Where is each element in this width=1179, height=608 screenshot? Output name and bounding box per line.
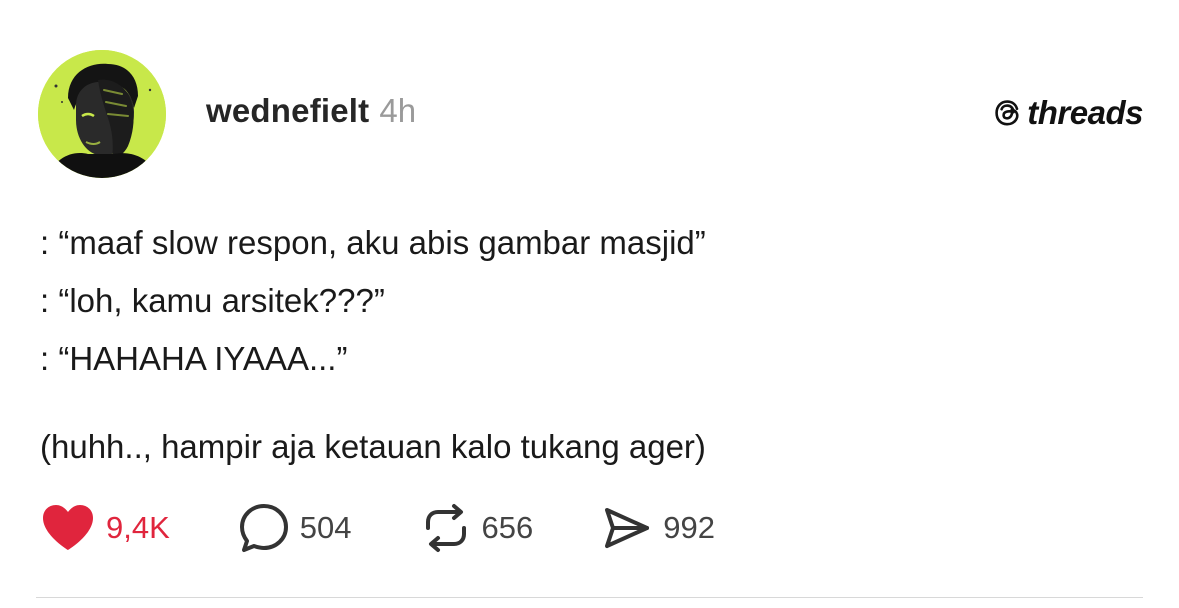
post-time: 4h xyxy=(379,92,417,129)
send-icon xyxy=(605,508,650,548)
threads-logo-icon xyxy=(995,100,1019,126)
post-header: wednefielt 4h xyxy=(206,92,416,136)
heart-icon xyxy=(43,505,93,550)
post-body: : “maaf slow respon, aku abis gambar mas… xyxy=(40,214,1140,476)
divider xyxy=(36,597,1143,598)
profile-photo xyxy=(38,50,166,178)
threads-post: wednefielt 4h threads : “maaf slow respo… xyxy=(0,0,1179,608)
comment-icon xyxy=(239,504,288,552)
share-count: 992 xyxy=(663,510,715,545)
threads-brand: threads xyxy=(992,94,1143,132)
repost-icon xyxy=(425,504,466,552)
threads-wordmark: threads xyxy=(1027,94,1143,131)
post-line-2: : “loh, kamu arsitek???” xyxy=(40,282,385,319)
repost-count: 656 xyxy=(481,510,534,545)
repost-button[interactable]: 656 xyxy=(420,502,534,554)
comment-count: 504 xyxy=(299,510,352,545)
action-bar: 9,4K 504 656 992 xyxy=(40,500,783,556)
like-button[interactable]: 9,4K xyxy=(40,503,170,553)
avatar[interactable] xyxy=(38,50,166,178)
share-button[interactable]: 992 xyxy=(601,502,715,554)
post-line-4: (huhh.., hampir aja ketauan kalo tukang … xyxy=(40,428,706,465)
username[interactable]: wednefielt xyxy=(206,92,369,130)
comment-button[interactable]: 504 xyxy=(238,502,352,554)
post-line-3: : “HAHAHA IYAAA...” xyxy=(40,340,348,377)
post-line-1: : “maaf slow respon, aku abis gambar mas… xyxy=(40,224,706,261)
like-count: 9,4K xyxy=(106,510,170,545)
